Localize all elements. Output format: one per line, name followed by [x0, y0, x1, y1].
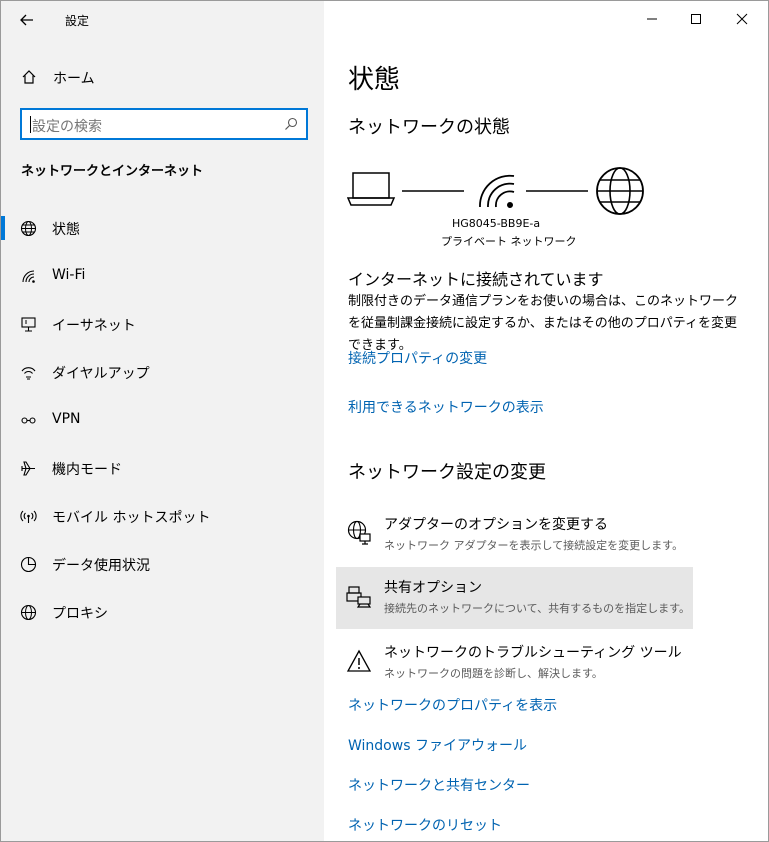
option-title: アダプターのオプションを変更する	[384, 517, 608, 533]
laptop-icon	[347, 172, 396, 206]
nav-item-label: 状態	[52, 222, 80, 238]
network-diagram	[347, 167, 644, 215]
connection-status: インターネットに接続されています	[348, 270, 604, 289]
adapter-options-item[interactable]: アダプターのオプションを変更する ネットワーク アダプターを表示して接続設定を変…	[336, 504, 693, 566]
nav-item-vpn[interactable]: VPN	[1, 397, 324, 445]
nav-item-proxy[interactable]: プロキシ	[1, 589, 324, 637]
text-caret	[30, 116, 31, 133]
nav-item-mobile-hotspot[interactable]: モバイル ホットスポット	[1, 493, 324, 541]
option-subtitle: ネットワークの問題を診断し、解決します。	[384, 667, 603, 680]
back-button[interactable]	[15, 9, 39, 31]
hotspot-icon	[20, 510, 37, 523]
nav-item-status[interactable]: 状態	[1, 205, 324, 253]
proxy-globe-icon	[20, 604, 37, 621]
search-icon	[285, 117, 298, 130]
home-label: ホーム	[53, 71, 95, 87]
vpn-icon	[21, 417, 36, 424]
troubleshooter-item[interactable]: ネットワークのトラブルシューティング ツール ネットワークの問題を診断し、解決し…	[336, 632, 693, 694]
nav-item-wifi[interactable]: Wi-Fi	[1, 253, 324, 301]
sharing-options-item[interactable]: 共有オプション 接続先のネットワークについて、共有するものを指定します。	[336, 567, 693, 629]
warning-icon	[346, 649, 372, 672]
close-icon	[736, 13, 748, 25]
settings-window: 設定 ホーム 設定の検索 ネットワークとインターネット 状態 Wi-Fi イーサ…	[0, 0, 769, 842]
network-reset-link[interactable]: ネットワークのリセット	[348, 815, 502, 835]
maximize-icon	[691, 14, 701, 24]
dialup-icon	[21, 367, 36, 380]
airplane-icon	[21, 461, 35, 476]
sharing-center-link[interactable]: ネットワークと共有センター	[348, 775, 530, 795]
sharing-printer-icon	[346, 586, 372, 608]
adapter-globe-icon	[347, 520, 371, 545]
minimize-button[interactable]	[642, 9, 662, 29]
nav-item-ethernet[interactable]: イーサネット	[1, 301, 324, 349]
close-button[interactable]	[732, 9, 752, 29]
option-title: 共有オプション	[384, 580, 482, 596]
option-subtitle: 接続先のネットワークについて、共有するものを指定します。	[384, 602, 691, 615]
network-properties-link[interactable]: ネットワークのプロパティを表示	[348, 695, 557, 715]
back-arrow-icon	[20, 14, 33, 26]
change-connection-properties-link[interactable]: 接続プロパティの変更	[348, 348, 487, 368]
wifi-router-icon	[479, 174, 515, 208]
nav-item-label: データ使用状況	[52, 558, 150, 574]
page-title: 状態	[348, 65, 401, 95]
nav-item-label: Wi-Fi	[52, 267, 86, 283]
section-title: ネットワークとインターネット	[21, 164, 204, 179]
internet-globe-icon	[596, 167, 644, 215]
content-pane: 状態 ネットワークの状態 HG8045-BB9E-a プライベート ネットワーク	[324, 1, 768, 841]
nav-list: 状態 Wi-Fi イーサネット ダイヤルアップ VPN 機内モード モバイル ホ…	[1, 205, 324, 637]
search-placeholder: 設定の検索	[32, 119, 102, 135]
globe-icon	[20, 220, 37, 237]
network-type: プライベート ネットワーク	[441, 235, 577, 248]
change-settings-heading: ネットワーク設定の変更	[348, 462, 546, 483]
nav-item-label: 機内モード	[52, 462, 122, 478]
ethernet-icon	[21, 317, 36, 332]
maximize-button[interactable]	[686, 9, 706, 29]
home-icon	[22, 70, 36, 84]
nav-item-label: プロキシ	[52, 606, 108, 622]
minimize-icon	[647, 18, 657, 20]
nav-item-dialup[interactable]: ダイヤルアップ	[1, 349, 324, 397]
nav-item-label: イーサネット	[52, 318, 136, 334]
nav-item-data-usage[interactable]: データ使用状況	[1, 541, 324, 589]
show-available-networks-link[interactable]: 利用できるネットワークの表示	[348, 397, 544, 417]
nav-item-label: VPN	[52, 411, 81, 427]
nav-item-airplane-mode[interactable]: 機内モード	[1, 445, 324, 493]
router-name: HG8045-BB9E-a	[452, 217, 541, 230]
nav-item-label: モバイル ホットスポット	[52, 510, 211, 526]
home-nav-item[interactable]: ホーム	[1, 61, 324, 93]
network-status-heading: ネットワークの状態	[348, 117, 510, 138]
selection-indicator	[1, 216, 5, 240]
option-subtitle: ネットワーク アダプターを表示して接続設定を変更します。	[384, 539, 684, 552]
app-title: 設定	[65, 14, 90, 28]
option-title: ネットワークのトラブルシューティング ツール	[384, 645, 682, 661]
data-usage-icon	[20, 556, 37, 573]
nav-item-label: ダイヤルアップ	[52, 366, 150, 382]
search-input[interactable]: 設定の検索	[20, 108, 308, 140]
left-pane: 設定 ホーム 設定の検索 ネットワークとインターネット 状態 Wi-Fi イーサ…	[1, 1, 324, 841]
wifi-icon	[22, 270, 35, 283]
firewall-link[interactable]: Windows ファイアウォール	[348, 735, 527, 755]
